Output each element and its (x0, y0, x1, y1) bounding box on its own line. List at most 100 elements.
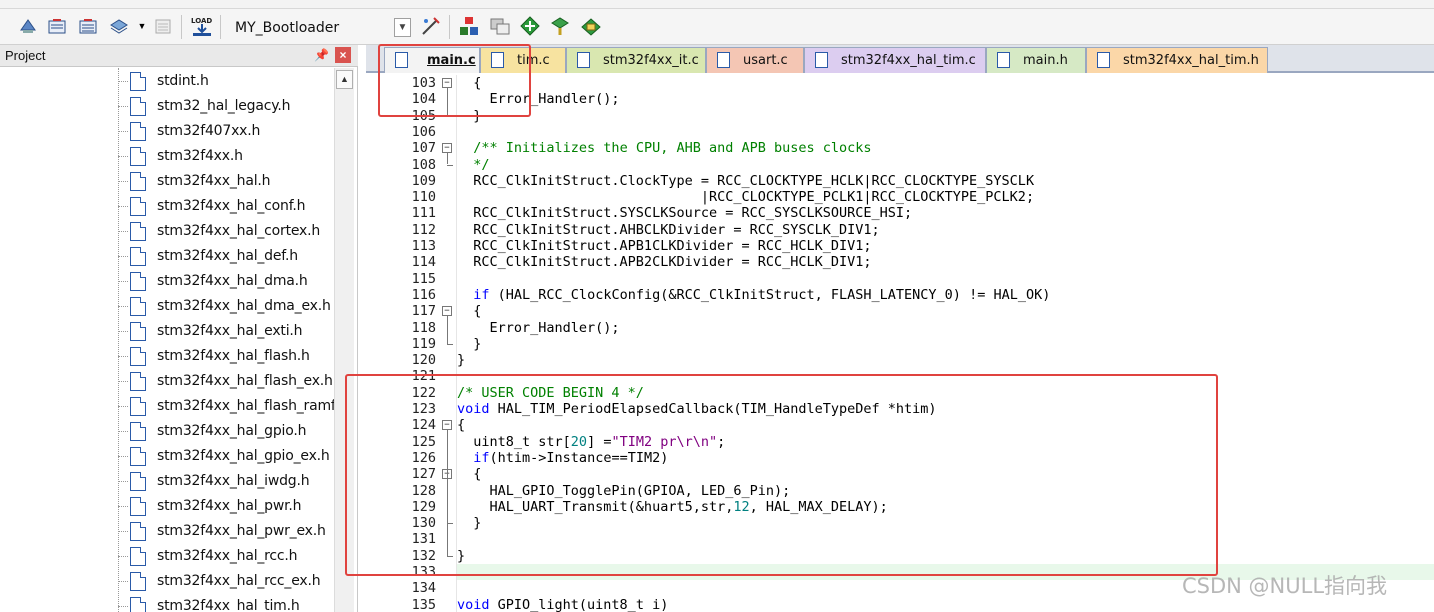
project-file-item[interactable]: stm32f4xx_hal.h (0, 169, 335, 194)
project-file-item[interactable]: stm32f407xx.h (0, 119, 335, 144)
project-file-item[interactable]: stm32f4xx_hal_cortex.h (0, 219, 335, 244)
select-packs-icon[interactable] (489, 15, 511, 37)
code-text: */ (457, 156, 490, 173)
pack-installer-icon[interactable] (519, 15, 541, 37)
scroll-up-icon[interactable]: ▲ (336, 70, 353, 89)
line-number: 120 (411, 352, 436, 369)
code-line[interactable]: 122 /* USER CODE BEGIN 4 */ (366, 385, 1434, 401)
code-line[interactable]: 107− /** Initializes the CPU, AHB and AP… (366, 140, 1434, 156)
code-line[interactable]: 114 RCC_ClkInitStruct.APB2CLKDivider = R… (366, 254, 1434, 270)
fold-toggle-icon[interactable]: − (442, 306, 452, 317)
code-line[interactable]: 111 RCC_ClkInitStruct.SYSCLKSource = RCC… (366, 205, 1434, 221)
code-text: /* USER CODE BEGIN 4 */ (457, 384, 644, 401)
code-line[interactable]: 119 } (366, 336, 1434, 352)
line-number: 128 (411, 482, 436, 499)
code-line[interactable]: 131 (366, 531, 1434, 547)
project-file-item[interactable]: stm32f4xx_hal_tim.h (0, 594, 335, 612)
target-options-icon[interactable] (420, 15, 442, 37)
project-file-item[interactable]: stm32f4xx_hal_gpio.h (0, 419, 335, 444)
project-file-label: stm32f4xx_hal_rcc_ex.h (157, 573, 321, 589)
code-line[interactable]: 104 Error_Handler(); (366, 91, 1434, 107)
project-file-item[interactable]: stm32f4xx_hal_pwr.h (0, 494, 335, 519)
tab-stm32f4xx_hal_tim-h[interactable]: stm32f4xx_hal_tim.h (1086, 47, 1268, 73)
code-line[interactable]: 103− { (366, 75, 1434, 91)
header-file-icon (130, 172, 146, 191)
project-scrollbar[interactable]: ▲ (334, 68, 354, 612)
project-file-item[interactable]: stm32f4xx_hal_iwdg.h (0, 469, 335, 494)
manage-components-icon[interactable] (580, 15, 602, 37)
code-line[interactable]: 132} (366, 548, 1434, 564)
code-line[interactable]: 110 |RCC_CLOCKTYPE_PCLK1|RCC_CLOCKTYPE_P… (366, 189, 1434, 205)
code-line[interactable]: 120} (366, 352, 1434, 368)
project-file-item[interactable]: stm32f4xx_hal_pwr_ex.h (0, 519, 335, 544)
stop-build-icon[interactable] (152, 15, 174, 37)
chevron-down-icon[interactable]: ▼ (394, 18, 411, 37)
code-area[interactable]: 103− {104 Error_Handler(); 105 } 106 107− /… (366, 75, 1434, 612)
download-icon[interactable]: LOAD (190, 15, 212, 37)
code-line[interactable]: 121 (366, 368, 1434, 384)
project-file-item[interactable]: stm32f4xx_hal_flash.h (0, 344, 335, 369)
line-number: 127 (411, 466, 436, 483)
code-line[interactable]: 129 HAL_UART_Transmit(&huart5,str,12, HA… (366, 499, 1434, 515)
project-file-item[interactable]: stm32f4xx_hal_flash_ramfu (0, 394, 335, 419)
code-line[interactable]: 130 } (366, 515, 1434, 531)
code-line[interactable]: 112 RCC_ClkInitStruct.AHBCLKDivider = RC… (366, 222, 1434, 238)
project-file-item[interactable]: stm32_hal_legacy.h (0, 94, 335, 119)
line-number: 116 (411, 286, 436, 303)
project-file-item[interactable]: stdint.h (0, 69, 335, 94)
project-file-item[interactable]: stm32f4xx_hal_rcc_ex.h (0, 569, 335, 594)
project-file-item[interactable]: stm32f4xx_hal_dma.h (0, 269, 335, 294)
code-line[interactable]: 125 uint8_t str[20] ="TIM2 pr\r\n"; (366, 434, 1434, 450)
tab-usart-c[interactable]: usart.c (706, 47, 804, 73)
chevron-down-icon[interactable]: ▼ (131, 15, 153, 37)
tab-stm32f4xx_hal_tim-c[interactable]: stm32f4xx_hal_tim.c (804, 47, 986, 73)
line-number: 126 (411, 449, 436, 466)
code-line[interactable]: 113 RCC_ClkInitStruct.APB1CLKDivider = R… (366, 238, 1434, 254)
project-file-item[interactable]: stm32f4xx_hal_conf.h (0, 194, 335, 219)
project-file-item[interactable]: stm32f4xx_hal_exti.h (0, 319, 335, 344)
code-line[interactable]: 126 if(htim->Instance==TIM2) (366, 450, 1434, 466)
target-select[interactable]: MY_Bootloader ▼ (226, 15, 414, 39)
code-text: { (457, 417, 466, 434)
code-line[interactable]: 108 */ (366, 157, 1434, 173)
line-number: 111 (411, 205, 436, 222)
code-line[interactable]: 117− { (366, 303, 1434, 319)
tab-main-h[interactable]: main.h (986, 47, 1086, 73)
code-line[interactable]: 123 void HAL_TIM_PeriodElapsedCallback(TI… (366, 401, 1434, 417)
project-file-item[interactable]: stm32f4xx_hal_flash_ex.h (0, 369, 335, 394)
build-icon[interactable] (46, 15, 68, 37)
code-line[interactable]: 127− { (366, 466, 1434, 482)
rebuild-icon[interactable] (77, 15, 99, 37)
project-file-item[interactable]: stm32f4xx_hal_dma_ex.h (0, 294, 335, 319)
batch-build-icon[interactable] (108, 15, 130, 37)
header-file-icon (130, 422, 146, 441)
translate-icon[interactable] (17, 15, 39, 37)
code-line[interactable]: 105 } (366, 108, 1434, 124)
code-line[interactable]: 128 HAL_GPIO_TogglePin(GPIOA, LED_6_Pin)… (366, 483, 1434, 499)
project-file-item[interactable]: stm32f4xx_hal_def.h (0, 244, 335, 269)
tab-tim-c[interactable]: tim.c (480, 47, 566, 73)
project-file-item[interactable]: stm32f4xx_hal_rcc.h (0, 544, 335, 569)
manage-project-icon[interactable] (458, 15, 480, 37)
code-line[interactable]: 115 (366, 271, 1434, 287)
code-line[interactable]: 124−{ (366, 417, 1434, 433)
project-file-item[interactable]: stm32f4xx_hal_gpio_ex.h (0, 444, 335, 469)
close-icon[interactable]: × (335, 47, 351, 63)
code-line[interactable]: 109 RCC_ClkInitStruct.ClockType = RCC_CL… (366, 173, 1434, 189)
code-text: } (457, 515, 482, 532)
tab-main-c[interactable]: main.c (384, 47, 480, 73)
run-time-env-icon[interactable] (549, 15, 571, 37)
project-panel-header: Project 📌 × (0, 45, 358, 67)
line-number: 132 (411, 547, 436, 564)
code-line[interactable]: 106 (366, 124, 1434, 140)
tab-stm32f4xx_it-c[interactable]: stm32f4xx_it.c (566, 47, 706, 73)
code-line[interactable]: 118 Error_Handler(); (366, 320, 1434, 336)
pin-icon[interactable]: 📌 (314, 48, 329, 62)
project-file-item[interactable]: stm32f4xx.h (0, 144, 335, 169)
fold-toggle-icon[interactable]: − (442, 420, 452, 431)
code-text: } (457, 107, 482, 124)
fold-toggle-icon[interactable]: − (442, 78, 452, 88)
code-line[interactable]: 116 if (HAL_RCC_ClockConfig(&RCC_ClkInit… (366, 287, 1434, 303)
fold-toggle-icon[interactable]: − (442, 143, 452, 154)
line-number: 133 (411, 564, 436, 580)
